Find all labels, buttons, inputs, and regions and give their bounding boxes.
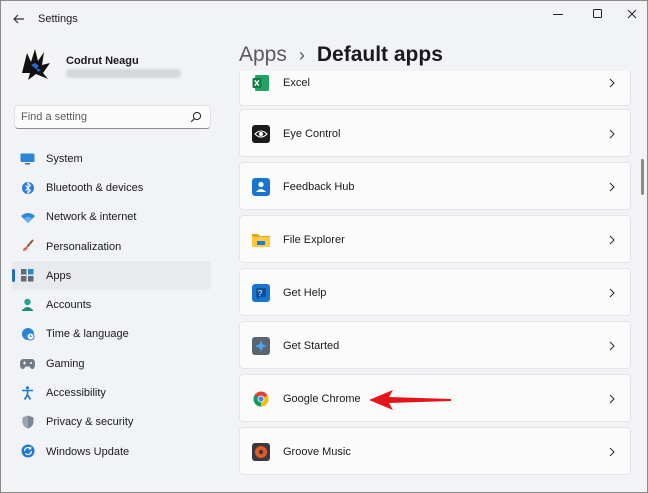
gamepad-icon [20,356,35,371]
app-item-excel[interactable]: Excel [239,71,631,106]
chrome-icon [252,390,270,408]
sidebar-item-label: Personalization [46,240,122,253]
app-name: Excel [283,77,310,89]
sidebar-item-time-language[interactable]: Time & language [12,320,211,349]
sidebar-item-label: Windows Update [46,445,130,458]
sidebar-item-windows-update[interactable]: Windows Update [12,437,211,466]
back-arrow-icon [13,14,24,24]
user-name: Codrut Neagu [66,55,139,67]
sidebar-item-label: Gaming [46,357,85,370]
close-button[interactable] [617,5,647,23]
feedback-hub-icon [252,178,270,196]
search-box[interactable] [14,105,211,129]
avatar[interactable] [14,43,56,85]
annotation-arrow-icon [369,390,451,410]
back-button[interactable] [7,8,31,30]
sidebar-item-bluetooth[interactable]: Bluetooth & devices [12,173,211,202]
accessibility-icon [20,385,35,400]
chevron-right-icon [609,182,615,192]
sidebar-item-label: Privacy & security [46,416,134,429]
sidebar-item-system[interactable]: System [12,144,211,173]
file-explorer-icon [252,231,270,249]
chevron-right-icon [609,78,615,88]
app-name: Eye Control [283,128,341,140]
shield-icon [20,415,35,430]
chevron-right-icon [609,288,615,298]
breadcrumb-parent-apps[interactable]: Apps [239,43,287,67]
scrollbar-thumb[interactable] [641,159,644,195]
sidebar-item-gaming[interactable]: Gaming [12,349,211,378]
app-name: Get Started [283,340,340,352]
sidebar-item-label: System [46,152,83,165]
minimize-icon [553,14,563,15]
apps-icon [20,268,35,283]
app-item-eye-control[interactable]: Eye Control [239,109,631,157]
sidebar-item-privacy-security[interactable]: Privacy & security [12,408,211,437]
app-item-feedback-hub[interactable]: Feedback Hub [239,162,631,210]
sidebar-item-apps[interactable]: Apps [12,261,211,291]
window-title: Settings [38,13,78,25]
chevron-right-icon [609,129,615,139]
globe-clock-icon [20,327,35,342]
monitor-icon [20,151,35,166]
avatar-image-icon [14,43,56,85]
app-item-groove-music[interactable]: Groove Music [239,427,631,475]
person-icon [20,297,35,312]
app-item-get-help[interactable]: ? Get Help [239,268,631,316]
chevron-right-icon [609,394,615,404]
get-started-icon [252,337,270,355]
app-name: Get Help [283,287,327,299]
sidebar-item-accessibility[interactable]: Accessibility [12,378,211,407]
sidebar-item-label: Apps [46,269,72,282]
sidebar-item-label: Network & internet [46,211,137,224]
app-name: Google Chrome [283,393,361,405]
close-icon [627,9,637,19]
page-title: Default apps [316,43,443,66]
sidebar-item-network[interactable]: Network & internet [12,203,211,232]
wifi-icon [20,210,35,225]
chevron-right-icon [609,447,615,457]
minimize-button[interactable] [543,5,573,23]
update-icon [20,444,35,459]
sidebar-item-label: Accessibility [46,387,106,400]
sidebar-item-label: Bluetooth & devices [46,181,144,194]
eye-control-icon [252,125,270,143]
chevron-right-icon [609,341,615,351]
groove-music-icon [252,443,270,461]
sidebar-item-personalization[interactable]: Personalization [12,232,211,261]
sidebar-nav: System Bluetooth & devices Network & int… [12,144,211,466]
maximize-button[interactable] [583,5,613,23]
sidebar-item-label: Accounts [46,299,92,312]
bluetooth-icon [20,180,35,195]
app-item-file-explorer[interactable]: File Explorer [239,215,631,263]
search-icon[interactable] [190,111,202,123]
excel-icon [252,74,270,92]
maximize-icon [593,9,602,18]
title-bar: Settings [1,1,647,37]
app-name: Feedback Hub [283,181,355,193]
breadcrumb: Apps › Default apps [239,43,443,67]
brush-icon [20,239,35,254]
app-name: Groove Music [283,446,351,458]
sidebar-item-accounts[interactable]: Accounts [12,290,211,319]
sidebar-item-label: Time & language [46,328,129,341]
svg-text:?: ? [258,289,263,298]
search-input[interactable] [21,109,181,125]
settings-window: Settings Codrut Neagu Find a setting Sys… [0,0,648,493]
app-name: File Explorer [283,234,345,246]
get-help-icon: ? [252,284,270,302]
default-apps-list: Excel Eye Control Feedback Hub File Expl… [239,71,631,492]
breadcrumb-separator: › [298,44,305,65]
chevron-right-icon [609,235,615,245]
app-item-get-started[interactable]: Get Started [239,321,631,369]
user-email-redacted [66,69,181,78]
